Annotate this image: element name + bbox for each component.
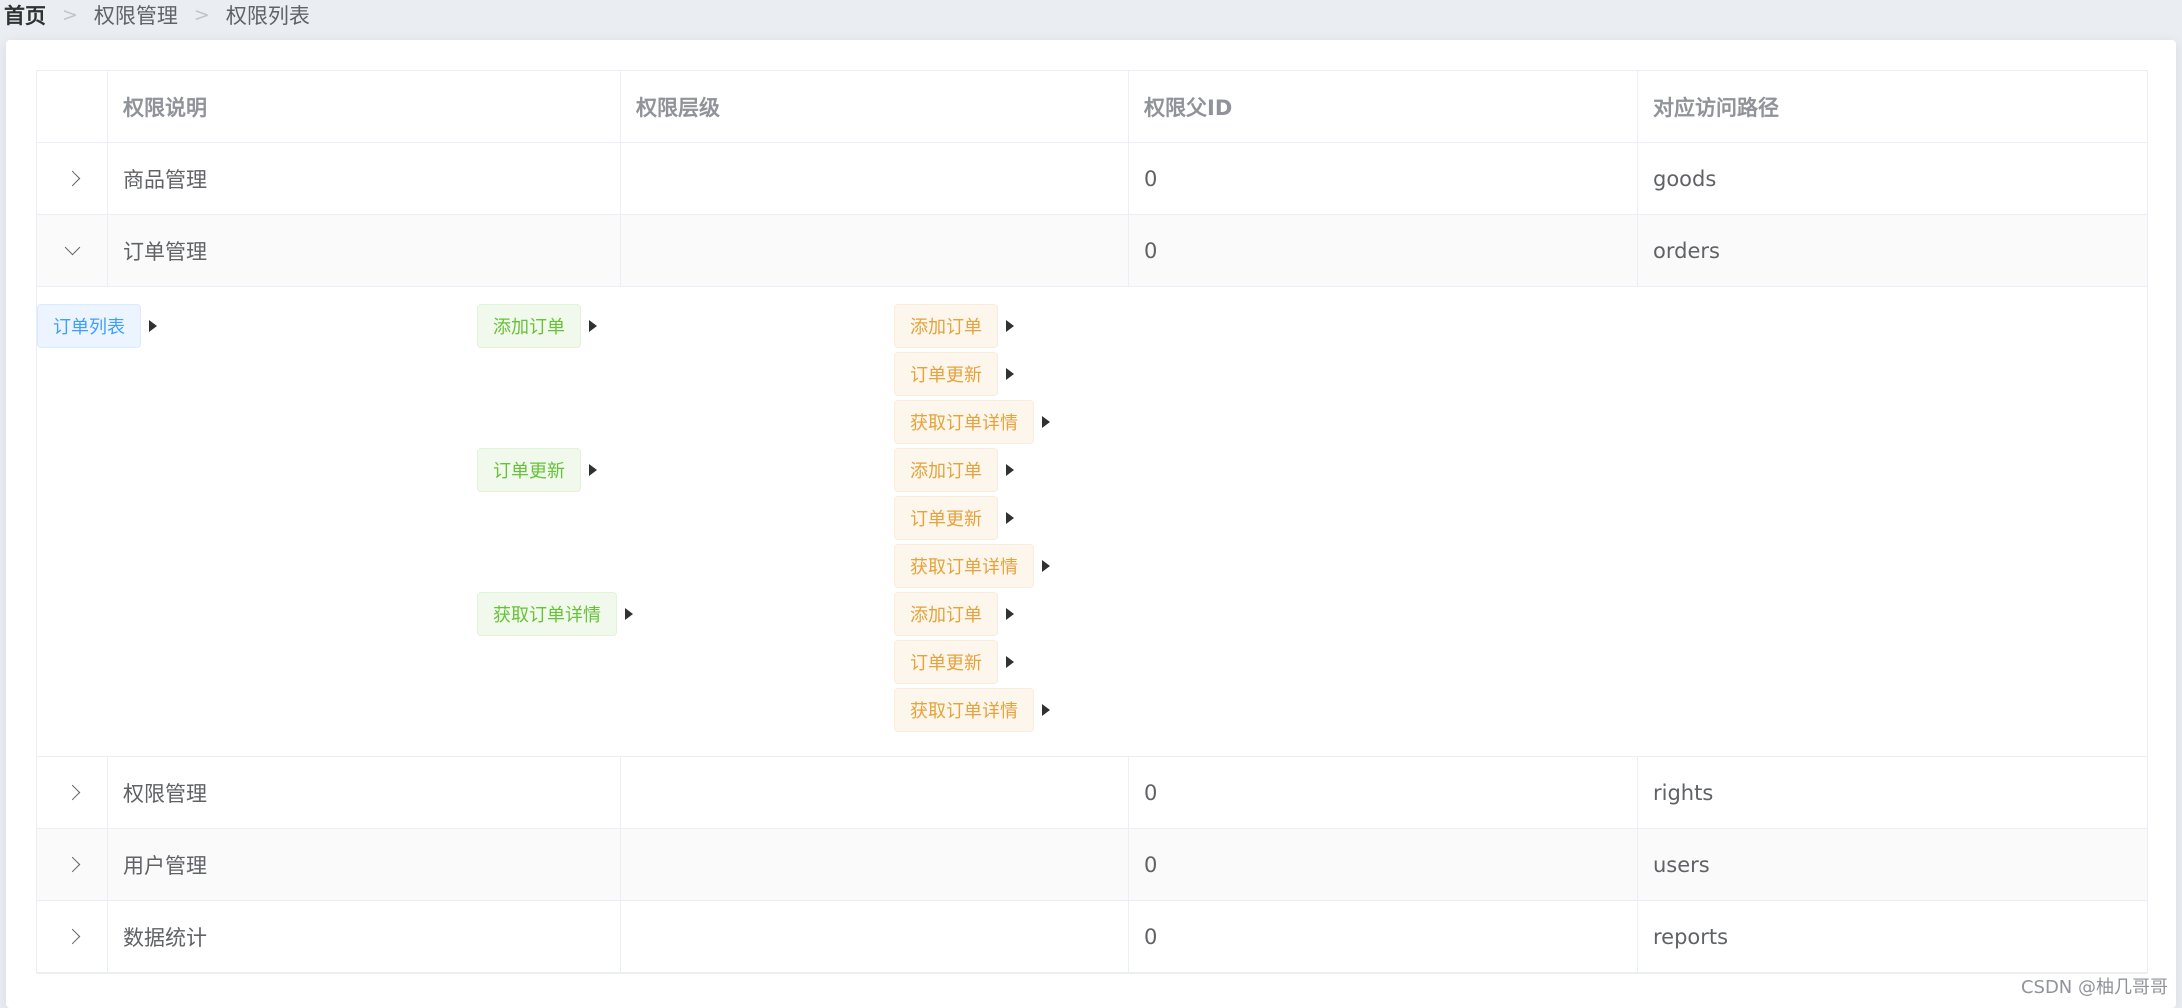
level1-tag[interactable]: 订单列表 [37, 304, 141, 348]
expand-toggle[interactable] [37, 143, 108, 214]
row-path: goods [1638, 143, 2147, 214]
caret-right-icon [1006, 320, 1014, 332]
expand-toggle[interactable] [37, 901, 108, 972]
table-row: 用户管理 0 users [37, 829, 2147, 901]
row-name: 权限管理 [108, 757, 621, 828]
expand-toggle[interactable] [37, 829, 108, 900]
breadcrumb-home[interactable]: 首页 [4, 0, 46, 30]
level3-tag[interactable]: 获取订单详情 [894, 400, 1034, 444]
header-desc: 权限说明 [108, 71, 621, 142]
level2-tag[interactable]: 添加订单 [477, 304, 581, 348]
table-header: 权限说明 权限层级 权限父ID 对应访问路径 [37, 71, 2147, 143]
row-level [621, 143, 1129, 214]
caret-right-icon [1042, 416, 1050, 428]
expanded-rights-tree: 订单列表 添加订单 订单更新 获取订单详情 添加订单 订单更新 获取订单详情 添… [37, 287, 2147, 757]
caret-right-icon [589, 464, 597, 476]
row-level [621, 757, 1129, 828]
level3-tag[interactable]: 添加订单 [894, 592, 998, 636]
row-pid: 0 [1129, 757, 1638, 828]
row-pid: 0 [1129, 901, 1638, 972]
caret-right-icon [1006, 368, 1014, 380]
row-pid: 0 [1129, 215, 1638, 286]
chevron-right-icon [64, 929, 80, 945]
caret-right-icon [1006, 608, 1014, 620]
caret-right-icon [1006, 656, 1014, 668]
header-expand [37, 71, 108, 142]
expand-toggle[interactable] [37, 215, 108, 286]
table-row: 商品管理 0 goods [37, 143, 2147, 215]
level2-tag[interactable]: 订单更新 [477, 448, 581, 492]
chevron-right-icon [64, 785, 80, 801]
breadcrumb-rights: 权限管理 [94, 0, 178, 30]
row-name: 数据统计 [108, 901, 621, 972]
level3-tag[interactable]: 订单更新 [894, 640, 998, 684]
breadcrumb: 首页 > 权限管理 > 权限列表 [4, 0, 310, 30]
caret-right-icon [1042, 560, 1050, 572]
caret-right-icon [589, 320, 597, 332]
row-level [621, 829, 1129, 900]
header-path: 对应访问路径 [1638, 71, 2147, 142]
content-card: 权限说明 权限层级 权限父ID 对应访问路径 商品管理 0 goods 订单管理… [6, 40, 2176, 1008]
row-level [621, 215, 1129, 286]
level3-tag[interactable]: 订单更新 [894, 352, 998, 396]
row-path: reports [1638, 901, 2147, 972]
caret-right-icon [149, 320, 157, 332]
row-pid: 0 [1129, 829, 1638, 900]
chevron-right-icon [64, 857, 80, 873]
level3-tag[interactable]: 获取订单详情 [894, 544, 1034, 588]
header-level: 权限层级 [621, 71, 1129, 142]
row-path: users [1638, 829, 2147, 900]
chevron-down-icon [64, 240, 80, 256]
rights-table: 权限说明 权限层级 权限父ID 对应访问路径 商品管理 0 goods 订单管理… [36, 70, 2148, 974]
table-row: 订单管理 0 orders [37, 215, 2147, 287]
row-path: orders [1638, 215, 2147, 286]
watermark: CSDN @柚几哥哥 [2021, 973, 2168, 999]
row-level [621, 901, 1129, 972]
header-pid: 权限父ID [1129, 71, 1638, 142]
expand-toggle[interactable] [37, 757, 108, 828]
row-name: 订单管理 [108, 215, 621, 286]
row-name: 商品管理 [108, 143, 621, 214]
table-row: 数据统计 0 reports [37, 901, 2147, 973]
level3-tag[interactable]: 订单更新 [894, 496, 998, 540]
row-pid: 0 [1129, 143, 1638, 214]
row-name: 用户管理 [108, 829, 621, 900]
chevron-right-icon [64, 171, 80, 187]
caret-right-icon [1006, 512, 1014, 524]
level3-tag[interactable]: 添加订单 [894, 304, 998, 348]
level2-tag[interactable]: 获取订单详情 [477, 592, 617, 636]
breadcrumb-separator-icon: > [62, 4, 78, 26]
level3-tag[interactable]: 获取订单详情 [894, 688, 1034, 732]
level3-tag[interactable]: 添加订单 [894, 448, 998, 492]
row-path: rights [1638, 757, 2147, 828]
caret-right-icon [1006, 464, 1014, 476]
table-row: 权限管理 0 rights [37, 757, 2147, 829]
breadcrumb-separator-icon: > [194, 4, 210, 26]
caret-right-icon [625, 608, 633, 620]
caret-right-icon [1042, 704, 1050, 716]
breadcrumb-rights-list: 权限列表 [226, 0, 310, 30]
